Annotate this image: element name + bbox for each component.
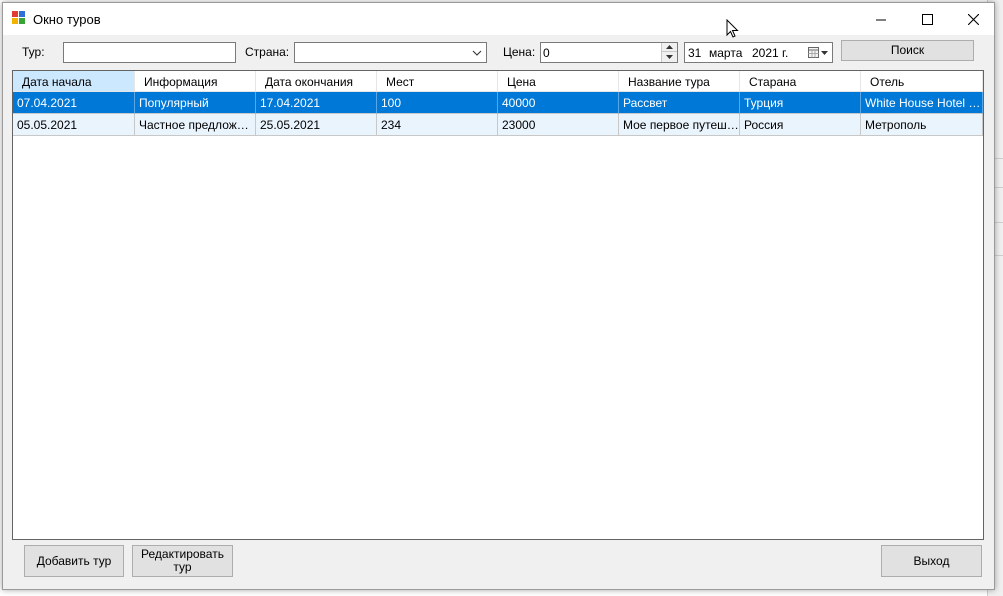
calendar-icon bbox=[808, 47, 819, 58]
add-tour-button[interactable]: Добавить тур bbox=[24, 545, 124, 577]
price-spinner[interactable]: 0 bbox=[540, 42, 678, 63]
table-cell[interactable]: 25.05.2021 bbox=[256, 114, 377, 136]
date-day: 31 bbox=[688, 46, 702, 60]
column-header[interactable]: Цена bbox=[498, 71, 619, 92]
window-title: Окно туров bbox=[33, 12, 101, 27]
minimize-button[interactable] bbox=[858, 3, 904, 35]
arrow-down-icon bbox=[666, 54, 673, 59]
exit-button[interactable]: Выход bbox=[881, 545, 982, 577]
chevron-down-icon bbox=[472, 50, 482, 56]
table-header: Дата начала Информация Дата окончания Мест Ц… bbox=[13, 71, 983, 92]
date-picker[interactable]: 31 марта 2021 г. bbox=[684, 42, 833, 63]
table-cell[interactable]: 40000 bbox=[498, 92, 619, 114]
search-button[interactable]: Поиск bbox=[841, 40, 974, 61]
column-header[interactable]: Информация bbox=[135, 71, 256, 92]
tour-input[interactable] bbox=[63, 42, 236, 63]
table-cell[interactable]: Популярный bbox=[135, 92, 256, 114]
calendar-dropdown-button[interactable] bbox=[806, 45, 830, 60]
app-icon bbox=[12, 11, 26, 25]
column-header[interactable]: Мест bbox=[377, 71, 498, 92]
table-cell[interactable]: 17.04.2021 bbox=[256, 92, 377, 114]
spin-down-button[interactable] bbox=[662, 52, 677, 61]
column-header[interactable]: Старана bbox=[740, 71, 861, 92]
price-spin-buttons bbox=[661, 43, 677, 62]
maximize-icon bbox=[921, 13, 933, 25]
table-cell[interactable]: Частное предложение bbox=[135, 114, 256, 136]
close-icon bbox=[967, 13, 979, 25]
edit-tour-label-line2: тур bbox=[173, 560, 192, 574]
table-cell[interactable]: 23000 bbox=[498, 114, 619, 136]
table-cell[interactable]: Турция bbox=[740, 92, 861, 114]
tours-table[interactable]: Дата начала Информация Дата окончания Мест Ц… bbox=[12, 70, 984, 540]
table-cell[interactable]: Метрополь bbox=[861, 114, 983, 136]
table-row[interactable]: 05.05.2021 Частное предложение 25.05.2021 2… bbox=[13, 114, 983, 136]
table-cell[interactable]: Россия bbox=[740, 114, 861, 136]
price-label: Цена: bbox=[503, 45, 536, 59]
caret-down-icon bbox=[821, 50, 828, 55]
country-label: Страна: bbox=[245, 45, 290, 59]
tours-window: Окно туров Тур: Страна: Цена: 0 31 марта… bbox=[2, 2, 995, 590]
mouse-cursor-icon bbox=[726, 19, 739, 38]
price-value: 0 bbox=[543, 46, 550, 60]
spin-up-button[interactable] bbox=[662, 43, 677, 52]
arrow-up-icon bbox=[666, 45, 673, 49]
table-cell[interactable]: Мое первое путешествие bbox=[619, 114, 740, 136]
column-header[interactable]: Дата окончания bbox=[256, 71, 377, 92]
title-bar[interactable]: Окно туров bbox=[3, 3, 996, 38]
edit-tour-button[interactable]: Редактировать тур bbox=[132, 545, 233, 577]
column-header[interactable]: Название тура bbox=[619, 71, 740, 92]
table-cell[interactable]: 05.05.2021 bbox=[13, 114, 135, 136]
table-cell[interactable]: 234 bbox=[377, 114, 498, 136]
table-cell[interactable]: 100 bbox=[377, 92, 498, 114]
table-cell[interactable]: Рассвет bbox=[619, 92, 740, 114]
table-row[interactable]: 07.04.2021 Популярный 17.04.2021 100 40000 Ра… bbox=[13, 92, 983, 114]
country-select[interactable] bbox=[294, 42, 487, 63]
maximize-button[interactable] bbox=[904, 3, 950, 35]
date-year: 2021 г. bbox=[752, 46, 789, 60]
tour-label: Тур: bbox=[22, 45, 45, 59]
table-cell[interactable]: White House Hotel Istanbul bbox=[861, 92, 983, 114]
table-cell[interactable]: 07.04.2021 bbox=[13, 92, 135, 114]
close-button[interactable] bbox=[950, 3, 996, 35]
date-month: марта bbox=[709, 46, 743, 60]
column-header[interactable]: Отель bbox=[861, 71, 983, 92]
minimize-icon bbox=[875, 19, 886, 20]
column-header[interactable]: Дата начала bbox=[13, 71, 135, 92]
